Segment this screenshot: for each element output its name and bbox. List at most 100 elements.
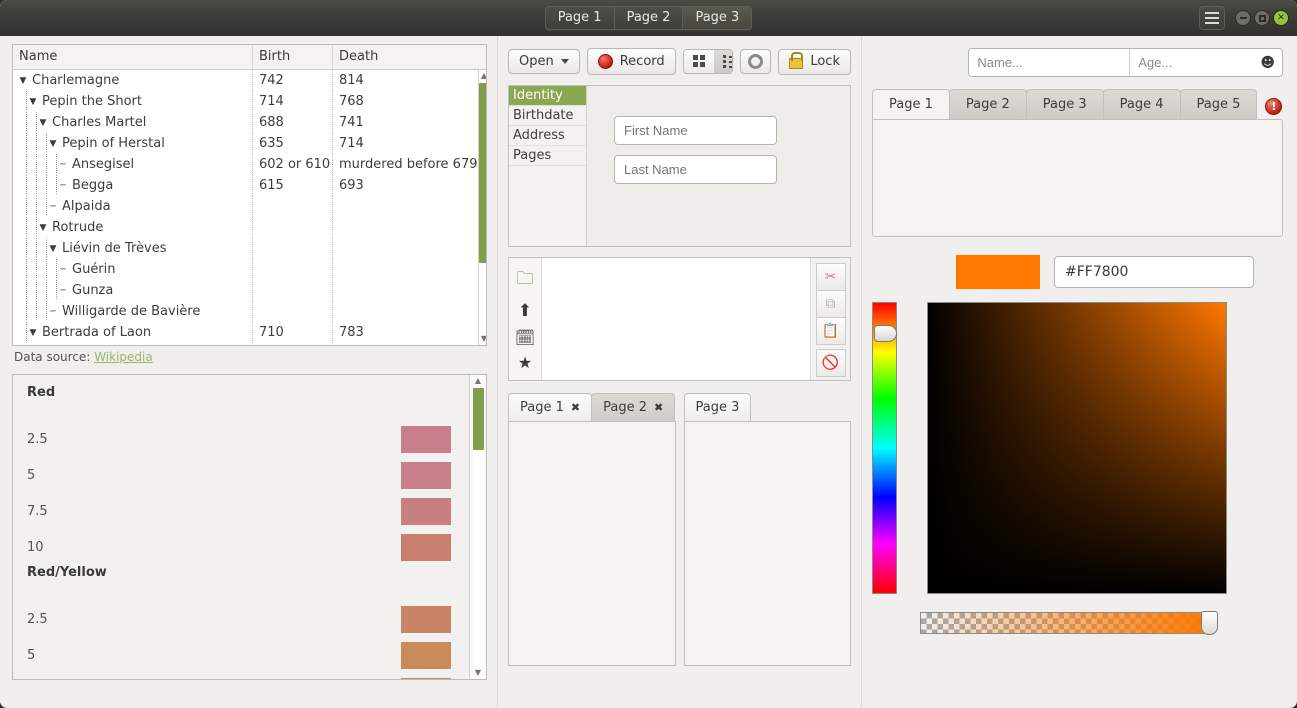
last-name-input[interactable]: [614, 155, 777, 184]
error-icon[interactable]: !: [1265, 98, 1283, 115]
cut-icon[interactable]: ✂: [815, 262, 846, 291]
folder-open-icon[interactable]: 🗀: [517, 266, 534, 295]
alpha-slider[interactable]: [920, 611, 1218, 635]
age-input[interactable]: [1130, 49, 1259, 76]
table-row[interactable]: ─ Ansegisel 602 or 610 murdered before 679: [13, 154, 478, 175]
tab-page-4[interactable]: Page 4: [1102, 89, 1181, 119]
view-mode-toggle[interactable]: [682, 49, 734, 74]
list-item[interactable]: 5: [27, 457, 469, 493]
hamburger-icon[interactable]: [1199, 6, 1225, 30]
record-button[interactable]: Record: [586, 48, 676, 75]
tree-col-name[interactable]: Name: [13, 45, 253, 69]
hue-slider-handle[interactable]: [874, 325, 897, 342]
table-row[interactable]: ─ Willigarde de Bavière: [13, 301, 478, 322]
search-input[interactable]: [969, 49, 1130, 76]
bottom-tab-page-3[interactable]: Page 3: [683, 393, 752, 421]
tree-col-birth[interactable]: Birth: [253, 45, 333, 69]
tree-scroll-track[interactable]: [478, 83, 486, 332]
close-icon[interactable]: ✖: [654, 401, 663, 414]
calendar-icon[interactable]: 🗓: [515, 328, 535, 347]
table-row[interactable]: ▼ Bertrada of Laon 710 783: [13, 322, 478, 343]
titlebar-page-selector[interactable]: Page 1 Page 2 Page 3: [544, 6, 753, 30]
first-name-input[interactable]: [614, 116, 777, 145]
identity-item-identity[interactable]: Identity: [509, 86, 586, 106]
toolbox-canvas[interactable]: [542, 258, 810, 380]
titlebar-page-1[interactable]: Page 1: [545, 7, 615, 29]
wikipedia-link[interactable]: Wikipedia: [94, 350, 153, 364]
identity-item-birthdate[interactable]: Birthdate: [509, 106, 586, 126]
saturation-value-square[interactable]: [927, 302, 1227, 594]
identity-section-list[interactable]: Identity Birthdate Address Pages: [509, 86, 587, 246]
identity-item-pages[interactable]: Pages: [509, 146, 586, 166]
table-row[interactable]: ─ Alpaida: [13, 196, 478, 217]
grid-view-icon[interactable]: [683, 50, 714, 73]
expander-icon[interactable]: ▼: [47, 244, 59, 254]
table-row[interactable]: ▼ Liévin de Trèves: [13, 238, 478, 259]
tree-scrollbar[interactable]: ▲ ▼: [477, 70, 486, 345]
table-row[interactable]: ▼ Pepin the Short 714 768: [13, 91, 478, 112]
swatch-chip[interactable]: [401, 461, 451, 489]
swatch-chip[interactable]: [401, 533, 451, 561]
titlebar-page-2[interactable]: Page 2: [614, 7, 684, 29]
expander-icon[interactable]: ▼: [47, 139, 59, 149]
swatch-scroll-up-icon[interactable]: ▲: [475, 375, 481, 387]
settings-button[interactable]: [740, 49, 772, 74]
tab-page-1[interactable]: Page 1: [872, 89, 950, 119]
tree-scroll-thumb[interactable]: [478, 83, 486, 263]
swatch-chip[interactable]: [401, 497, 451, 525]
expander-icon[interactable]: ▼: [17, 76, 29, 86]
bottom-tab-page-2[interactable]: Page 2 ✖: [591, 393, 676, 421]
table-row[interactable]: ▼ Charles Martel 688 741: [13, 112, 478, 133]
hue-slider[interactable]: [872, 302, 897, 594]
expander-icon[interactable]: ▼: [37, 118, 49, 128]
tab-page-3[interactable]: Page 3: [1025, 89, 1104, 119]
list-view-icon[interactable]: [713, 50, 733, 73]
open-button[interactable]: Open: [508, 49, 580, 74]
swatch-chip[interactable]: [401, 677, 451, 679]
star-add-icon[interactable]: ★: [518, 353, 532, 372]
lock-button[interactable]: Lock: [778, 48, 851, 75]
copy-icon[interactable]: ⧉: [815, 289, 846, 318]
minimize-icon[interactable]: [1235, 10, 1251, 26]
bottom-tab-page-1[interactable]: Page 1 ✖: [508, 393, 593, 421]
table-row[interactable]: ─ Guérin: [13, 259, 478, 280]
cancel-icon[interactable]: 🚫: [815, 348, 846, 377]
list-item[interactable]: 2.5: [27, 601, 469, 637]
expander-icon[interactable]: ▼: [27, 328, 39, 338]
alpha-slider-handle[interactable]: [1201, 611, 1218, 635]
list-item[interactable]: 2.5: [27, 421, 469, 457]
smiley-icon[interactable]: ☻: [1258, 51, 1282, 75]
table-row[interactable]: ▼ Pepin of Herstal 635 714: [13, 133, 478, 154]
swatch-scroll-thumb[interactable]: [472, 388, 484, 450]
list-item[interactable]: 7.5: [27, 673, 469, 679]
list-item[interactable]: 5: [27, 637, 469, 673]
swatch-chip[interactable]: [401, 641, 451, 669]
identity-item-address[interactable]: Address: [509, 126, 586, 146]
table-row[interactable]: ─ Begga 615 693: [13, 175, 478, 196]
close-icon[interactable]: ✕: [1273, 10, 1289, 26]
table-row[interactable]: ▼ Rotrude: [13, 217, 478, 238]
close-icon[interactable]: ✖: [571, 401, 580, 414]
scroll-up-icon[interactable]: ▲: [481, 70, 486, 82]
table-row[interactable]: ─ Gunza: [13, 280, 478, 301]
tab-page-2[interactable]: Page 2: [948, 89, 1027, 119]
paste-icon[interactable]: 📋: [815, 316, 846, 345]
swatch-chip[interactable]: [401, 605, 451, 633]
color-preview-swatch[interactable]: [956, 255, 1040, 289]
scroll-down-icon[interactable]: ▼: [481, 333, 486, 345]
table-row[interactable]: ▼ Charlemagne 742 814: [13, 70, 478, 91]
swatch-scrollbar[interactable]: ▲ ▼: [469, 375, 486, 679]
swatch-scroll-track[interactable]: [472, 388, 484, 666]
upload-icon[interactable]: ⬆: [518, 301, 532, 321]
expander-icon[interactable]: ▼: [37, 223, 49, 233]
maximize-icon[interactable]: [1254, 10, 1270, 26]
tab-page-5[interactable]: Page 5: [1179, 89, 1258, 119]
tree-col-death[interactable]: Death: [333, 45, 486, 69]
expander-icon[interactable]: ▼: [27, 97, 39, 107]
titlebar-page-3[interactable]: Page 3: [683, 7, 752, 29]
color-hex-input[interactable]: #FF7800: [1054, 256, 1254, 288]
swatch-scroll-down-icon[interactable]: ▼: [475, 667, 481, 679]
list-item[interactable]: 10: [27, 529, 469, 565]
list-item[interactable]: 7.5: [27, 493, 469, 529]
swatch-chip[interactable]: [401, 425, 451, 453]
